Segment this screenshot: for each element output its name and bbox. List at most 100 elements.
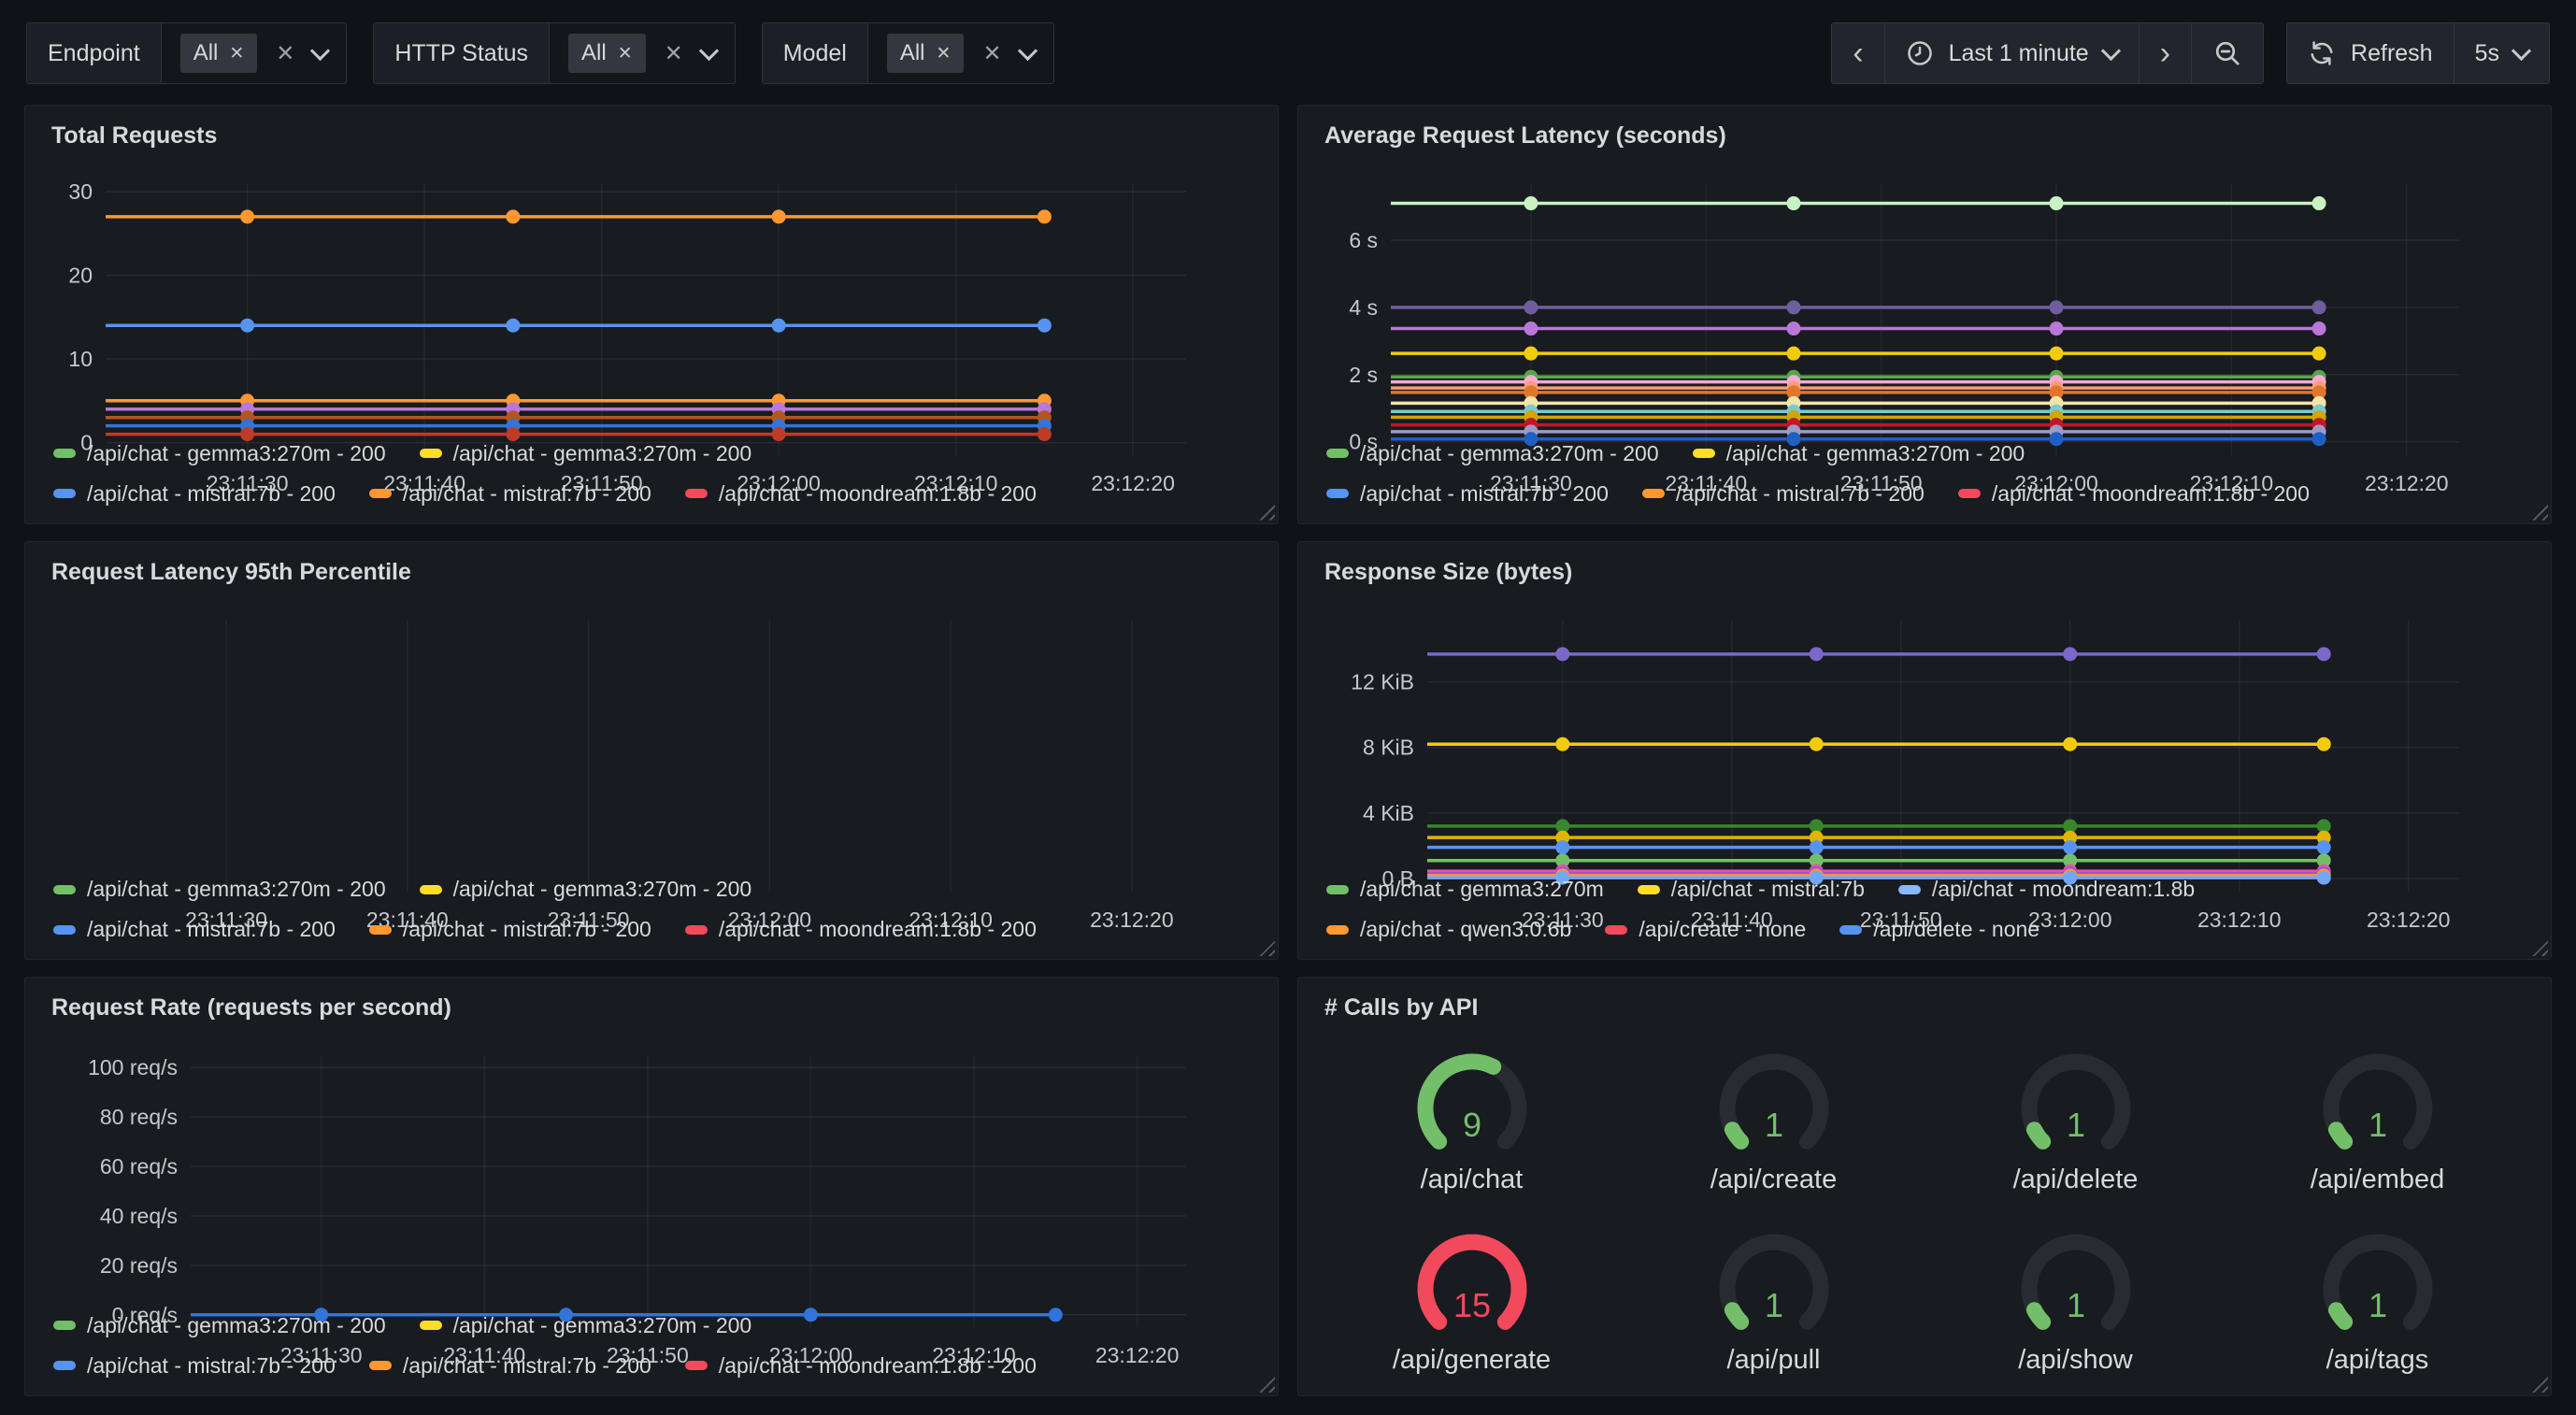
chevron-down-icon[interactable] (699, 40, 719, 60)
selected-value-chip[interactable]: All ✕ (887, 34, 965, 73)
panel-title[interactable]: Request Latency 95th Percentile (51, 559, 1255, 586)
legend-item[interactable]: /api/chat - mistral:7b - 200 (369, 1353, 651, 1379)
panel-avg-latency: Average Request Latency (seconds) 23:11:… (1297, 105, 2552, 524)
gauge-label: /api/show (2018, 1345, 2133, 1376)
legend-label: /api/chat - mistral:7b - 200 (87, 481, 336, 507)
chip-remove-icon[interactable]: ✕ (229, 43, 244, 64)
filter-value-dropdown[interactable]: All ✕ ✕ (162, 23, 347, 83)
gauge: 1/api/embed (2226, 1023, 2528, 1204)
panel-resize-handle[interactable] (2532, 505, 2548, 521)
gauge: 1/api/tags (2226, 1204, 2528, 1384)
legend-item[interactable]: /api/chat - gemma3:270m - 200 (420, 1313, 752, 1338)
filter-endpoint: Endpoint All ✕ ✕ (26, 22, 347, 84)
legend-item[interactable]: /api/chat - gemma3:270m (1326, 877, 1604, 902)
time-shift-back-button[interactable]: ‹ (1832, 23, 1884, 83)
legend-item[interactable]: /api/chat - gemma3:270m - 200 (420, 877, 752, 902)
clear-selection-icon[interactable]: ✕ (982, 40, 1001, 67)
panel-resize-handle[interactable] (1259, 1377, 1275, 1393)
panel-title[interactable]: Response Size (bytes) (1324, 559, 2528, 586)
legend-item[interactable]: /api/chat - mistral:7b - 200 (53, 1353, 336, 1379)
panel-resize-handle[interactable] (2532, 940, 2548, 956)
time-shift-forward-button[interactable]: › (2140, 23, 2192, 83)
legend-label: /api/delete - none (1873, 917, 2039, 942)
legend-label: /api/chat - moondream:1.8b - 200 (1992, 481, 2310, 507)
legend-item[interactable]: /api/chat - gemma3:270m - 200 (53, 441, 386, 466)
zoom-out-time-button[interactable] (2192, 23, 2263, 83)
legend-item[interactable]: /api/chat - mistral:7b - 200 (53, 917, 336, 942)
panel-resize-handle[interactable] (2532, 1377, 2548, 1393)
gauge: 1/api/show (1925, 1204, 2226, 1384)
legend-item[interactable]: /api/chat - gemma3:270m - 200 (53, 877, 386, 902)
panel-response-size: Response Size (bytes) 23:11:3023:11:4023… (1297, 541, 2552, 961)
time-series-chart[interactable]: 23:11:3023:11:4023:11:5023:12:0023:12:10… (48, 1023, 1255, 1296)
legend-item[interactable]: /api/chat - gemma3:270m - 200 (420, 441, 752, 466)
clear-selection-icon[interactable]: ✕ (665, 40, 683, 67)
legend-item[interactable]: /api/chat - mistral:7b - 200 (369, 917, 651, 942)
time-series-chart[interactable]: 23:11:3023:11:4023:11:5023:12:0023:12:10… (1321, 588, 2528, 861)
panel-resize-handle[interactable] (1259, 940, 1275, 956)
legend-row: /api/chat - gemma3:270m - 200/api/chat -… (53, 877, 1255, 902)
legend-swatch-icon (1326, 925, 1349, 935)
gauge-arc: 1 (1977, 1032, 2175, 1168)
time-series-chart[interactable]: 23:11:3023:11:4023:11:5023:12:0023:12:10… (1321, 151, 2528, 424)
legend-swatch-icon (53, 925, 76, 935)
filter-value-dropdown[interactable]: All ✕ ✕ (550, 23, 735, 83)
gauge-arc: 15 (1373, 1212, 1571, 1349)
legend-swatch-icon (53, 1321, 76, 1330)
panel-title[interactable]: # Calls by API (1324, 994, 2528, 1022)
series-line (1427, 647, 2331, 661)
gauge: 1/api/pull (1623, 1204, 1925, 1384)
chevron-down-icon[interactable] (1017, 40, 1037, 60)
refresh-interval-button[interactable]: 5s (2454, 23, 2549, 83)
clear-selection-icon[interactable]: ✕ (276, 40, 294, 67)
legend-item[interactable]: /api/create - none (1605, 917, 1806, 942)
selected-value-chip[interactable]: All ✕ (180, 34, 258, 73)
legend-label: /api/chat - mistral:7b (1671, 877, 1865, 902)
legend-item[interactable]: /api/chat - moondream:1.8b - 200 (685, 917, 1037, 942)
legend-item[interactable]: /api/chat - moondream:1.8b - 200 (685, 1353, 1037, 1379)
chip-remove-icon[interactable]: ✕ (937, 43, 952, 64)
filter-value-dropdown[interactable]: All ✕ ✕ (868, 23, 1053, 83)
legend-item[interactable]: /api/chat - moondream:1.8b - 200 (1958, 481, 2310, 507)
chart-legend: /api/chat - gemma3:270m - 200/api/chat -… (1326, 426, 2528, 507)
panel-title[interactable]: Average Request Latency (seconds) (1324, 122, 2528, 150)
legend-item[interactable]: /api/delete - none (1839, 917, 2039, 942)
panel-title[interactable]: Total Requests (51, 122, 1255, 150)
time-controls: ‹ Last 1 minute › (1831, 22, 2550, 84)
legend-label: /api/chat - gemma3:270m - 200 (87, 1313, 386, 1338)
legend-item[interactable]: /api/chat - mistral:7b - 200 (1326, 481, 1609, 507)
legend-item[interactable]: /api/chat - moondream:1.8b (1898, 877, 2195, 902)
legend-item[interactable]: /api/chat - qwen3:0.6b (1326, 917, 1571, 942)
legend-item[interactable]: /api/chat - mistral:7b - 200 (369, 481, 651, 507)
panel-latency-p95: Request Latency 95th Percentile 23:11:30… (24, 541, 1279, 961)
gauge: 9/api/chat (1321, 1023, 1623, 1204)
chevron-right-icon: › (2160, 37, 2170, 69)
series-line (1427, 736, 2331, 750)
legend-label: /api/chat - mistral:7b - 200 (87, 917, 336, 942)
panel-title[interactable]: Request Rate (requests per second) (51, 994, 1255, 1022)
time-series-chart[interactable]: 23:11:3023:11:4023:11:5023:12:0023:12:10… (48, 151, 1255, 424)
legend-item[interactable]: /api/chat - mistral:7b (1638, 877, 1865, 902)
legend-item[interactable]: /api/chat - mistral:7b - 200 (53, 481, 336, 507)
legend-item[interactable]: /api/chat - moondream:1.8b - 200 (685, 481, 1037, 507)
legend-item[interactable]: /api/chat - mistral:7b - 200 (1642, 481, 1925, 507)
chevron-down-icon[interactable] (310, 40, 330, 60)
panel-resize-handle[interactable] (1259, 505, 1275, 521)
legend-item[interactable]: /api/chat - gemma3:270m - 200 (53, 1313, 386, 1338)
gauge-label: /api/create (1710, 1165, 1837, 1195)
y-axis-tick-label: 100 req/s (88, 1056, 178, 1080)
gauge-arc: 1 (2279, 1212, 2477, 1349)
gauge-value: 1 (1764, 1106, 1782, 1144)
panel-calls-by-api: # Calls by API 9/api/chat 1/api/create 1/a… (1297, 977, 2552, 1396)
legend-item[interactable]: /api/chat - gemma3:270m - 200 (1326, 441, 1659, 466)
time-series-chart[interactable]: 23:11:3023:11:4023:11:5023:12:0023:12:10… (48, 588, 1255, 861)
panel-total-requests: Total Requests 23:11:3023:11:4023:11:502… (24, 105, 1279, 524)
legend-label: /api/chat - mistral:7b - 200 (87, 1353, 336, 1379)
time-range-picker-button[interactable]: Last 1 minute (1885, 23, 2140, 83)
legend-item[interactable]: /api/chat - gemma3:270m - 200 (1693, 441, 2025, 466)
refresh-button[interactable]: Refresh (2287, 23, 2454, 83)
chip-label: All (581, 40, 607, 66)
selected-value-chip[interactable]: All ✕ (568, 34, 646, 73)
chevron-down-icon (2101, 40, 2121, 60)
chip-remove-icon[interactable]: ✕ (618, 43, 633, 64)
